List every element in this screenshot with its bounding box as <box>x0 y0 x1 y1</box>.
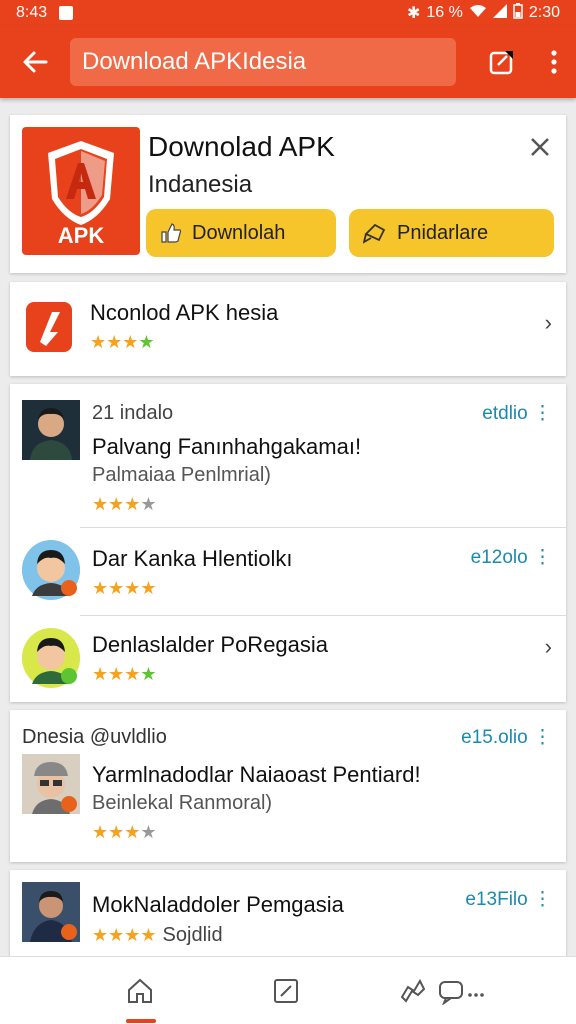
download-button[interactable]: Downlolah <box>146 209 336 257</box>
edit-icon <box>489 51 513 75</box>
rating-stars: ★★★★ <box>92 664 157 684</box>
review-date-text: e13Filo <box>465 889 528 910</box>
app-hero-card: APK Downolad APK Indanesia Downlolah Pni… <box>10 115 566 273</box>
chevron-right-icon: › <box>544 634 552 659</box>
review-title: Dar Kanka Hlentiolkı <box>92 546 293 571</box>
app-logo: APK <box>22 127 140 255</box>
rating-stars: ★★★★ <box>90 332 155 352</box>
related-app-logo <box>26 302 72 352</box>
review-date[interactable]: e13Filo ⋮ <box>465 888 552 911</box>
app-title: Downolad APK <box>148 131 335 162</box>
more-vert-icon <box>551 50 557 74</box>
review-meta: 21 indalo <box>92 402 174 424</box>
review-item[interactable]: MokNaladdoler Pemgasia e13Filo ⋮ ★★★★ So… <box>10 870 566 956</box>
chat-icon <box>439 981 484 1005</box>
rating-stars: ★★★★ <box>92 578 157 598</box>
review-subtitle: Sojdlid <box>162 924 223 946</box>
rating-stars: ★★★★ <box>92 925 157 945</box>
share-icon <box>400 978 426 1003</box>
review-item[interactable]: 21 indalo etdlio ⋮ Palvang Fanınhahgakam… <box>10 384 566 526</box>
review-item[interactable]: Denlaslalder PoRegasia › ★★★★ <box>10 616 566 702</box>
app-icon <box>40 312 60 346</box>
related-app-title: Nconlod APK hesia <box>90 300 279 325</box>
bluetooth-icon: ✱ <box>406 5 421 22</box>
review-title: Denlaslalder PoRegasia <box>92 632 329 657</box>
more-vert-icon: ⋮ <box>533 727 552 748</box>
nav-chat[interactable] <box>434 967 494 1015</box>
review-title: Yarmlnadodlar Naiaoast Pentiard! <box>92 762 421 787</box>
reviews-section: 21 indalo etdlio ⋮ Palvang Fanınhahgakam… <box>10 384 566 702</box>
review-date[interactable]: etdlio ⋮ <box>482 402 552 425</box>
search-input-value: Download APKIdesia <box>82 48 307 75</box>
edit-button[interactable] <box>472 26 532 98</box>
review-date[interactable]: e15.olio ⋮ <box>461 726 552 749</box>
related-app-item[interactable]: Nconlod APK hesia ★★★★ › <box>10 282 566 376</box>
more-vert-icon: ⋮ <box>533 547 552 568</box>
avatar <box>22 754 80 814</box>
secondary-action-button[interactable]: Pnidarlare <box>349 209 554 257</box>
avatar <box>22 540 80 600</box>
review-subtitle: Palmaiaa Penlmrial) <box>92 464 271 486</box>
review-date-text: e12olo <box>470 547 528 568</box>
rating-stars: ★★★★ <box>92 494 157 514</box>
review-stars-row: ★★★★ Sojdlid <box>92 924 223 947</box>
app-logo-text: APK <box>57 223 105 248</box>
rating-stars: ★★★★ <box>92 822 157 842</box>
review-date[interactable]: e12olo ⋮ <box>471 546 552 569</box>
avatar <box>22 628 80 688</box>
wifi-icon <box>469 4 487 23</box>
review-item[interactable]: Dar Kanka Hlentiolkı e12olo ⋮ ★★★★ <box>10 528 566 614</box>
chevron-right-icon: › <box>544 310 552 335</box>
avatar <box>22 882 80 942</box>
more-options-button[interactable] <box>532 26 576 98</box>
battery-percent: 16 % <box>426 4 463 21</box>
notification-icon <box>59 6 74 20</box>
review-title: MokNaladdoler Pemgasia <box>92 892 344 917</box>
status-bar: 8:43 ✱ 16 % 2:30 <box>0 0 576 26</box>
search-input[interactable]: Download APKIdesia <box>70 38 456 86</box>
more-vert-icon: ⋮ <box>533 889 552 910</box>
bottom-navigation <box>0 956 576 1024</box>
back-button[interactable] <box>0 26 70 98</box>
nav-compose[interactable] <box>256 967 316 1015</box>
pin-icon <box>363 223 386 244</box>
close-icon <box>531 138 549 156</box>
review-meta: Dnesia @uvldlio <box>22 726 167 748</box>
battery-icon <box>513 2 523 24</box>
home-icon <box>128 978 152 1003</box>
status-time-left: 8:43 <box>16 4 48 21</box>
secondary-action-label: Pnidarlare <box>397 221 489 244</box>
reviews-section: MokNaladdoler Pemgasia e13Filo ⋮ ★★★★ So… <box>10 870 566 956</box>
compose-icon <box>274 979 298 1003</box>
review-title: Palvang Fanınhahgakamaı! <box>92 434 362 459</box>
app-subtitle: Indanesia <box>148 171 253 198</box>
nav-active-indicator <box>126 1019 156 1023</box>
signal-icon <box>492 3 507 23</box>
status-time-right: 2:30 <box>528 4 560 21</box>
more-vert-icon: ⋮ <box>533 403 552 424</box>
reviews-section: Dnesia @uvldlio e15.olio ⋮ Yarmlnadodlar… <box>10 710 566 862</box>
thumbs-up-icon <box>161 223 182 243</box>
review-date-text: etdlio <box>482 403 528 424</box>
nav-share[interactable] <box>382 967 442 1015</box>
avatar <box>22 400 80 460</box>
review-subtitle: Beinlekal Ranmoral) <box>92 792 273 814</box>
nav-home[interactable] <box>110 967 170 1015</box>
close-button[interactable] <box>528 135 552 159</box>
app-bar: Download APKIdesia <box>0 26 576 98</box>
review-item[interactable]: Dnesia @uvldlio e15.olio ⋮ Yarmlnadodlar… <box>10 710 566 862</box>
download-button-label: Downlolah <box>192 221 286 244</box>
arrow-left-icon <box>23 51 48 73</box>
review-date-text: e15.olio <box>461 727 528 748</box>
